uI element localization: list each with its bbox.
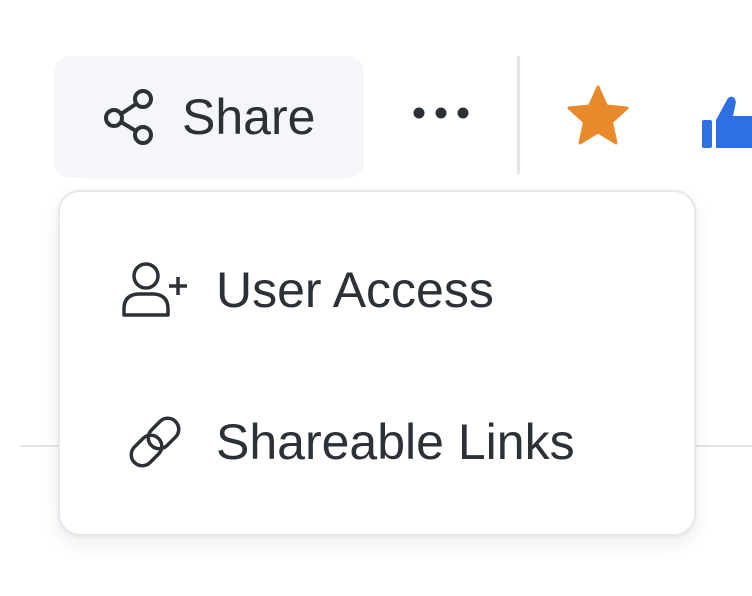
like-button[interactable] (696, 90, 752, 154)
user-add-icon (120, 255, 190, 325)
share-menu: User Access Shareable Links (58, 190, 696, 536)
toolbar-divider (517, 56, 520, 174)
favorite-button[interactable] (560, 80, 636, 156)
share-icon (102, 87, 158, 147)
more-options-button[interactable] (396, 80, 486, 150)
share-popover-screen: Share User Access Shareable Links (0, 0, 752, 596)
thumbs-up-icon (696, 96, 752, 158)
menu-item-shareable-links[interactable]: Shareable Links (60, 382, 694, 502)
more-horizontal-icon (411, 106, 471, 125)
share-button-label: Share (182, 89, 316, 145)
menu-item-label: Shareable Links (216, 414, 575, 470)
menu-item-user-access[interactable]: User Access (60, 230, 694, 350)
share-button[interactable]: Share (54, 56, 364, 178)
toolbar: Share (0, 0, 752, 190)
menu-item-label: User Access (216, 262, 494, 318)
star-icon (565, 84, 631, 153)
link-icon (120, 407, 190, 477)
